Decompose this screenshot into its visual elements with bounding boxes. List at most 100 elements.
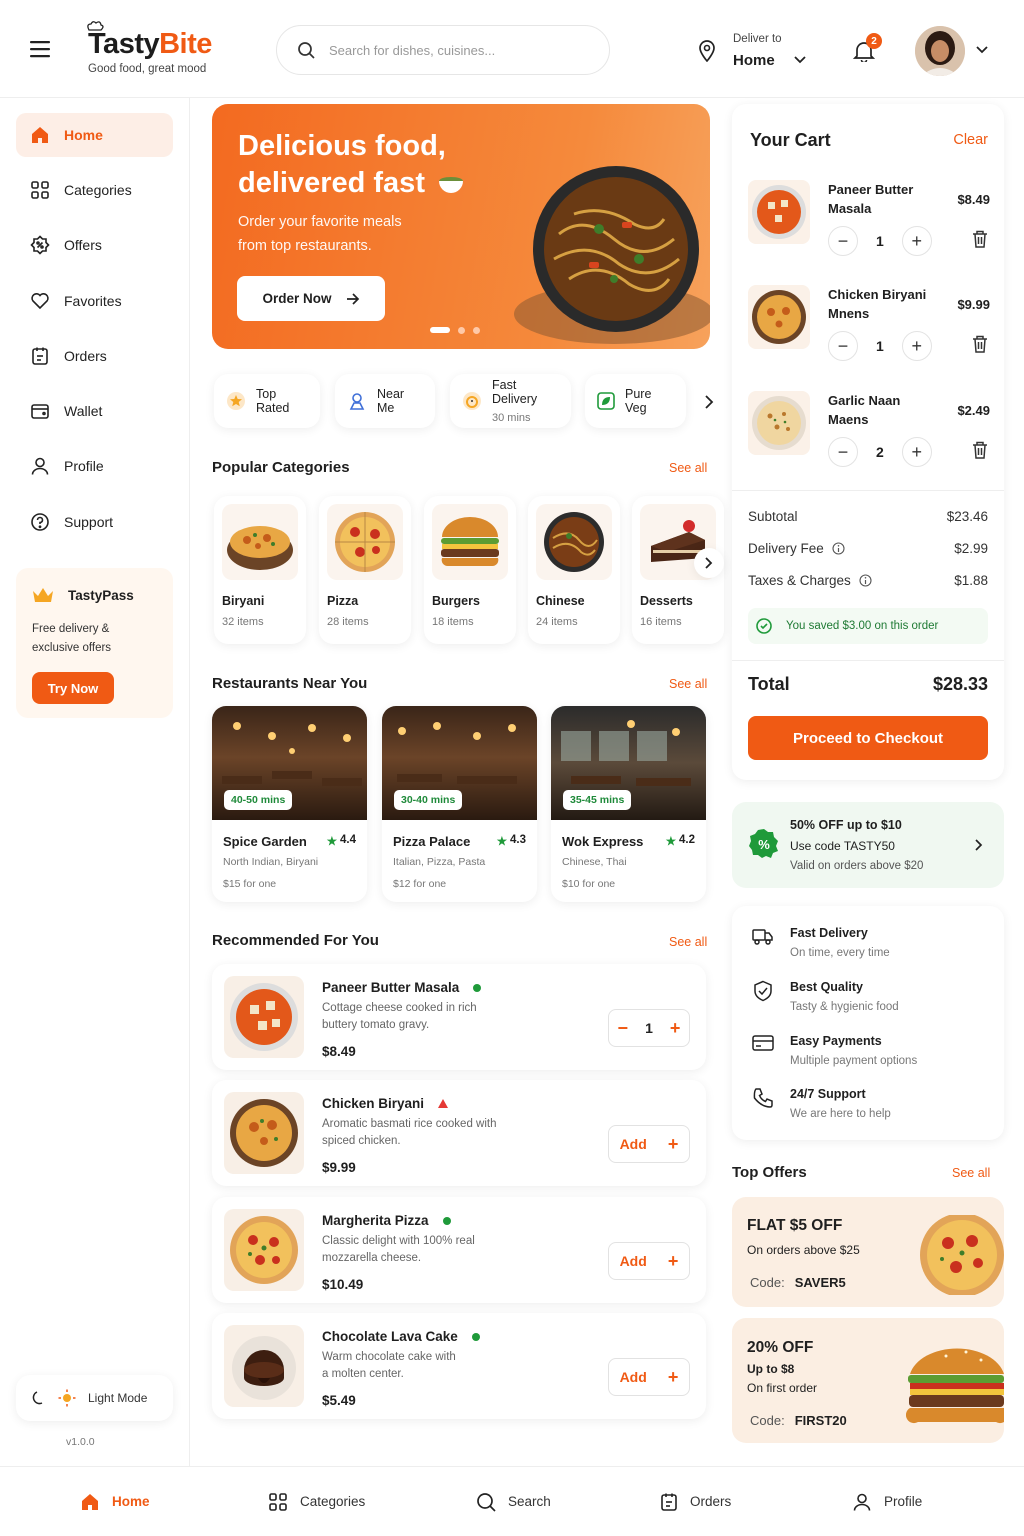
- category-card-pizza[interactable]: Pizza 28 items: [319, 496, 411, 644]
- see-all-restaurants-link[interactable]: See all: [669, 677, 707, 691]
- cart-item-name: Maens: [828, 412, 869, 427]
- feature-sub: Multiple payment options: [790, 1055, 918, 1067]
- star-icon: ★: [665, 836, 676, 848]
- increase-qty-button[interactable]: +: [901, 437, 932, 467]
- quantity-value: 1: [645, 1020, 653, 1036]
- burger-image: [906, 1336, 1004, 1426]
- category-card-chinese[interactable]: Chinese 24 items: [528, 496, 620, 644]
- clear-cart-button[interactable]: Clear: [953, 132, 988, 148]
- dish-desc: Cottage cheese cooked in rich: [322, 1002, 477, 1014]
- feature-item: Fast Delivery On time, every time: [752, 926, 890, 959]
- offer-code: SAVER5: [794, 1275, 846, 1290]
- sidebar-item-profile[interactable]: Profile: [16, 444, 173, 488]
- search-bar[interactable]: [276, 25, 610, 75]
- see-all-offers-link[interactable]: See all: [952, 1166, 990, 1180]
- recommended-item-paneer[interactable]: Paneer Butter Masala Cottage cheese cook…: [212, 964, 706, 1070]
- offer-line: Up to $8: [747, 1362, 795, 1376]
- bottom-nav-profile[interactable]: Profile: [852, 1492, 922, 1512]
- info-icon[interactable]: [832, 542, 845, 555]
- theme-toggle[interactable]: Light Mode: [16, 1375, 173, 1421]
- decrease-qty-button[interactable]: −: [828, 331, 858, 361]
- offer-card-saver5[interactable]: FLAT $5 OFF On orders above $25 Code: SAV…: [732, 1197, 1004, 1307]
- filter-chip-near-me[interactable]: Near Me: [335, 374, 435, 428]
- filter-chip-pure-veg[interactable]: Pure Veg: [585, 374, 686, 428]
- category-card-burgers[interactable]: Burgers 18 items: [424, 496, 516, 644]
- tastypass-desc: exclusive offers: [32, 642, 112, 654]
- tastypass-title: TastyPass: [68, 587, 134, 603]
- recommended-item-biryani[interactable]: Chicken Biryani Aromatic basmati rice co…: [212, 1080, 706, 1186]
- try-now-button[interactable]: Try Now: [32, 672, 114, 704]
- info-icon[interactable]: [859, 574, 872, 587]
- app-logo[interactable]: TastyBite: [88, 28, 212, 61]
- chevron-down-icon[interactable]: [794, 56, 806, 64]
- see-all-recommended-link[interactable]: See all: [669, 935, 707, 949]
- sidebar-item-label: Favorites: [64, 293, 122, 309]
- bottom-nav-orders[interactable]: Orders: [660, 1492, 731, 1512]
- dish-desc: Aromatic basmati rice cooked with: [322, 1118, 497, 1130]
- categories-next-button[interactable]: [694, 548, 724, 578]
- sidebar-item-categories[interactable]: Categories: [16, 168, 173, 212]
- category-card-biryani[interactable]: Biryani 32 items: [214, 496, 306, 644]
- trash-icon[interactable]: [972, 335, 988, 353]
- order-now-button[interactable]: Order Now: [237, 276, 385, 321]
- offer-code: FIRST20: [794, 1413, 847, 1428]
- user-icon: [852, 1492, 872, 1512]
- add-button[interactable]: Add +: [608, 1125, 690, 1163]
- discount-badge-icon: %: [748, 828, 780, 860]
- sidebar-item-orders[interactable]: Orders: [16, 334, 173, 378]
- sidebar-item-support[interactable]: Support: [16, 500, 173, 544]
- clipboard-icon: [30, 346, 50, 366]
- pager-dot-active[interactable]: [430, 327, 450, 333]
- bottom-nav-categories[interactable]: Categories: [268, 1492, 365, 1512]
- bottom-nav-search[interactable]: Search: [476, 1492, 551, 1512]
- decrease-qty-button[interactable]: −: [828, 226, 858, 256]
- pager-dot[interactable]: [458, 327, 465, 334]
- increase-qty-button[interactable]: +: [901, 226, 932, 256]
- search-input[interactable]: [329, 42, 569, 58]
- offer-card-first20[interactable]: 20% OFF Up to $8 On first order Code: FIR…: [732, 1318, 1004, 1443]
- delivery-fee-label: Delivery Fee: [748, 541, 824, 556]
- filter-chip-top-rated[interactable]: Top Rated: [214, 374, 320, 428]
- banner-title: Delicious food,: [238, 130, 446, 162]
- banner-subtitle: from top restaurants.: [238, 238, 372, 254]
- filter-chip-fast-delivery[interactable]: Fast Delivery 30 mins: [450, 374, 571, 428]
- promo-valid: Valid on orders above $20: [790, 860, 924, 872]
- restaurant-card-pizza-palace[interactable]: 30-40 mins Pizza Palace ★ 4.3 Italian, Pi…: [382, 706, 537, 902]
- sidebar-item-favorites[interactable]: Favorites: [16, 279, 173, 323]
- recommended-item-pizza[interactable]: Margherita Pizza Classic delight with 10…: [212, 1197, 706, 1303]
- chips-next-icon[interactable]: [704, 395, 714, 409]
- hero-banner: Delicious food, delivered fast Order you…: [212, 104, 710, 349]
- veg-indicator-icon: [442, 1216, 451, 1225]
- avatar[interactable]: [915, 26, 965, 76]
- pager-dot[interactable]: [473, 327, 480, 334]
- sidebar-item-home[interactable]: Home: [16, 113, 173, 157]
- promo-card[interactable]: % 50% OFF up to $10 Use code TASTY50 Val…: [732, 802, 1004, 888]
- trash-icon[interactable]: [972, 230, 988, 248]
- decrease-qty-button[interactable]: −: [618, 1018, 629, 1039]
- add-button[interactable]: Add +: [608, 1242, 690, 1280]
- category-count: 24 items: [536, 616, 578, 628]
- trash-icon[interactable]: [972, 441, 988, 459]
- restaurant-price: $15 for one: [223, 878, 277, 890]
- cart-item-price: $2.49: [957, 403, 990, 418]
- increase-qty-button[interactable]: +: [901, 331, 932, 361]
- restaurant-card-spice-garden[interactable]: 40-50 mins Spice Garden ★ 4.4 North India…: [212, 706, 367, 902]
- increase-qty-button[interactable]: +: [670, 1018, 681, 1039]
- profile-chevron-icon[interactable]: [976, 46, 988, 54]
- delivery-fee-row: Delivery Fee $2.99: [748, 541, 988, 556]
- subtotal-label: Subtotal: [748, 509, 798, 524]
- bottom-nav-home[interactable]: Home: [80, 1492, 150, 1512]
- checkout-button[interactable]: Proceed to Checkout: [748, 716, 988, 760]
- dish-price: $5.49: [322, 1393, 356, 1408]
- deliver-to-value[interactable]: Home: [733, 52, 775, 69]
- sidebar-item-label: Home: [64, 127, 103, 143]
- add-button[interactable]: Add +: [608, 1358, 690, 1396]
- see-all-categories-link[interactable]: See all: [669, 461, 707, 475]
- recommended-item-lava-cake[interactable]: Chocolate Lava Cake Warm chocolate cake …: [212, 1313, 706, 1419]
- sidebar-item-wallet[interactable]: Wallet: [16, 389, 173, 433]
- menu-icon[interactable]: [30, 40, 52, 58]
- credit-card-icon: [752, 1034, 774, 1052]
- restaurant-card-wok-express[interactable]: 35-45 mins Wok Express ★ 4.2 Chinese, Tha…: [551, 706, 706, 902]
- sidebar-item-offers[interactable]: Offers: [16, 223, 173, 267]
- decrease-qty-button[interactable]: −: [828, 437, 858, 467]
